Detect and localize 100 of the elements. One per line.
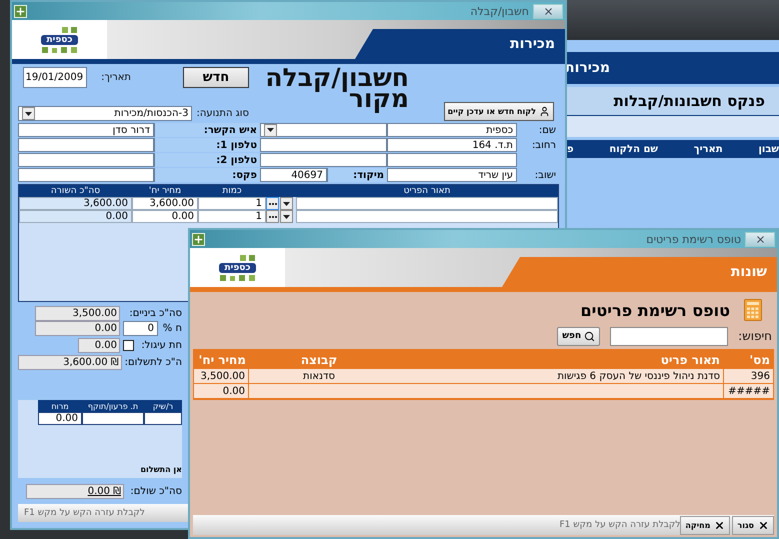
movement-type-label: סוג התנועה: (196, 108, 249, 119)
column-header: מחיר יח' (194, 350, 249, 369)
table-cell: 3,600.00 (132, 197, 198, 210)
input-field[interactable]: ת.ד. 164 (387, 138, 517, 152)
date-field[interactable]: 19/01/2009 (23, 67, 88, 88)
logo-wordmark: כספית (40, 34, 78, 44)
dropdown-button[interactable] (264, 124, 277, 136)
search-field[interactable] (610, 326, 728, 346)
table-cell: 0.00 (132, 210, 198, 223)
dropdown-button[interactable] (280, 210, 293, 223)
input-field[interactable]: דרור סדן (18, 123, 154, 137)
new-button[interactable]: חדש (183, 67, 249, 88)
column-header: שבון (758, 144, 779, 154)
input-field[interactable] (18, 138, 154, 152)
payable-label: ה"כ לתשלום: (124, 357, 182, 368)
calculator-icon (744, 299, 762, 321)
column-header: ר/שיק (144, 400, 182, 412)
column-header: תאריך (694, 144, 723, 154)
dropdown-button[interactable] (280, 197, 293, 210)
movement-type-dropdown[interactable]: 3-הכנסות/מכירות (18, 106, 192, 121)
input-field[interactable] (18, 153, 154, 167)
close-icon (754, 234, 766, 244)
form-heading: טופס רשימת פריטים (580, 300, 730, 320)
input-field[interactable]: עין שריד (387, 168, 517, 182)
paid-label: סה"כ שולם: (129, 486, 182, 497)
plus-icon (15, 6, 26, 16)
table-cell: סדנאות (249, 369, 389, 384)
plus-button[interactable] (14, 4, 27, 18)
input-field[interactable] (18, 168, 154, 182)
input-field[interactable] (260, 153, 387, 167)
delete-button[interactable]: מחיקה (680, 516, 730, 534)
search-icon (584, 330, 596, 342)
caret-icon (283, 214, 290, 218)
column-header: ת. פרעון/תוקף (82, 400, 144, 412)
input-field[interactable]: כספית (387, 123, 517, 137)
close-button[interactable] (745, 232, 775, 246)
page-heading: פנקס חשבונות/קבלות (614, 92, 765, 110)
squares-icon (240, 254, 255, 260)
table-cell: 0.00 (38, 412, 82, 425)
payable-value: 3,600.00 ₪ (18, 355, 122, 370)
column-header: תאור פריט (389, 350, 723, 369)
field-label: ישוב: (534, 168, 557, 182)
squares-icon (42, 46, 77, 52)
column-header: סה"כ השורה (19, 185, 132, 197)
column-header: מס' (723, 350, 773, 369)
column-header: תאור הפריט (296, 185, 558, 197)
field-label: פקס: (154, 168, 260, 182)
column-header: מרוח (38, 400, 82, 412)
zip-label: מיקוד: (327, 168, 387, 182)
table-cell (144, 412, 182, 425)
payment-note: אן התשלום (140, 465, 182, 474)
form-heading: חשבון/קבלה מקור (264, 67, 409, 116)
squares-icon (220, 274, 255, 280)
paid-value: 0.00 ₪ (26, 484, 124, 499)
column-header: שם הלקוח (609, 144, 658, 154)
dropdown-button[interactable] (22, 107, 35, 120)
dropdown-value: 3-הכנסות/מכירות (114, 108, 188, 119)
date-label: תאריך: (101, 72, 131, 83)
ellipsis-button[interactable] (266, 210, 279, 223)
help-hint: לקבלת עזרה הקש על מקש F1 (558, 520, 680, 530)
field-label: רחוב: (530, 138, 557, 152)
discount-value: 0.00 (35, 321, 120, 336)
contact-dropdown[interactable] (260, 123, 387, 137)
field-label: שם: (538, 124, 557, 137)
caret-icon (25, 112, 32, 116)
percent-field[interactable]: 0 (123, 321, 158, 336)
field-label: איש הקשר: (154, 123, 260, 137)
rounding-value: 0.00 (78, 338, 120, 353)
table-cell: 1 (198, 197, 266, 210)
plus-button[interactable] (192, 232, 205, 246)
table-cell: 0.00 (19, 210, 132, 223)
input-field[interactable] (260, 138, 387, 152)
input-field[interactable] (387, 153, 517, 167)
new-customer-button[interactable]: לקוח חדש או עדכן קיים (444, 102, 554, 121)
window-title: טופס רשימת פריטים (646, 232, 741, 246)
person-icon (539, 106, 550, 117)
table-cell: 1 (198, 210, 266, 223)
zip-field[interactable]: 40697 (260, 168, 327, 182)
search-button[interactable]: חפש (557, 326, 600, 346)
field-label: טלפון 1: (154, 138, 260, 152)
close-icon (542, 6, 554, 16)
field-label: טלפון 2: (154, 153, 260, 167)
window-title: חשבון/קבלה (470, 4, 529, 18)
table-cell: ##### (723, 384, 773, 399)
table-cell: 0.00 (194, 384, 249, 399)
ellipsis-button[interactable] (266, 197, 279, 210)
table-cell (82, 412, 144, 425)
rounding-label: חת עיגול: (140, 340, 182, 351)
close-button[interactable]: סגור (732, 516, 774, 534)
close-icon (758, 520, 769, 530)
table-cell: 3,500.00 (194, 369, 249, 384)
close-icon (714, 520, 726, 530)
plus-icon (193, 234, 204, 244)
table-cell: 3,600.00 (19, 197, 132, 210)
close-button[interactable] (533, 4, 563, 18)
column-header: קבוצה (249, 350, 389, 369)
rounding-checkbox[interactable] (123, 340, 134, 351)
caret-icon (267, 128, 274, 132)
column-header: מחיר יח' (132, 185, 198, 197)
help-hint: לקבלת עזרה הקש על מקש F1 (24, 508, 145, 518)
